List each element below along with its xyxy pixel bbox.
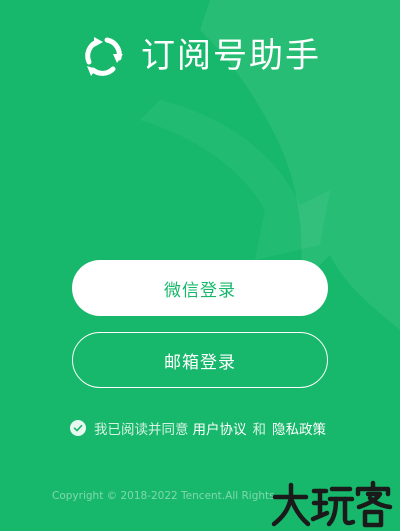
subscription-assistant-logo-icon [79,32,127,80]
login-screen: 订阅号助手 微信登录 邮箱登录 我已阅读并同意 用户协议 和 隐私政策 Copy… [0,0,400,531]
email-login-button[interactable]: 邮箱登录 [72,332,328,388]
watermark-logo [271,480,393,528]
user-agreement-link[interactable]: 用户协议 [193,418,247,438]
agreement-and-text: 和 [252,422,267,438]
agreement-prefix-text: 我已阅读并同意 [94,422,189,438]
privacy-policy-link[interactable]: 隐私政策 [272,418,326,438]
app-header: 订阅号助手 [0,30,400,82]
wechat-login-button[interactable]: 微信登录 [72,260,328,316]
copyright-text: Copyright © 2018-2022 Tencent.All Rights [52,490,275,502]
agreement-checkbox[interactable] [70,420,86,436]
agreement-row: 我已阅读并同意 用户协议 和 隐私政策 [0,418,400,438]
app-title: 订阅号助手 [141,36,321,76]
check-icon [73,424,83,432]
